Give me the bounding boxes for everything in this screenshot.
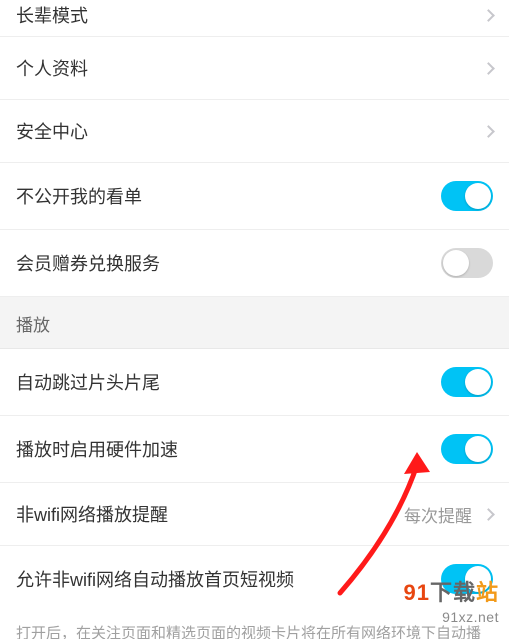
- hide-watchlist-label: 不公开我的看单: [16, 183, 441, 209]
- coupon-exchange-toggle[interactable]: [441, 248, 493, 278]
- row-profile[interactable]: 个人资料: [0, 37, 509, 100]
- security-label: 安全中心: [16, 118, 478, 144]
- row-elder-mode[interactable]: 长辈模式: [0, 0, 509, 37]
- row-security-center[interactable]: 安全中心: [0, 100, 509, 163]
- row-skip-intro-outro: 自动跳过片头片尾: [0, 349, 509, 416]
- hw-accel-toggle[interactable]: [441, 434, 493, 464]
- nonwifi-reminder-value-text: 每次提醒: [404, 502, 472, 527]
- auto-short-video-label: 允许非wifi网络自动播放首页短视频: [16, 566, 441, 592]
- settings-list: 长辈模式 个人资料 安全中心 不公开我的看单 会员赠券兑换服务 播放 自动跳过片…: [0, 0, 509, 639]
- nonwifi-reminder-label: 非wifi网络播放提醒: [16, 501, 404, 527]
- hide-watchlist-toggle[interactable]: [441, 181, 493, 211]
- row-hw-accel: 播放时启用硬件加速: [0, 416, 509, 483]
- chevron-right-icon: [482, 508, 495, 521]
- auto-short-video-toggle[interactable]: [441, 564, 493, 594]
- row-hide-watchlist: 不公开我的看单: [0, 163, 509, 230]
- row-auto-short-video: 允许非wifi网络自动播放首页短视频: [0, 546, 509, 612]
- chevron-right-icon: [482, 62, 495, 75]
- profile-label: 个人资料: [16, 55, 478, 81]
- section-playback-header: 播放: [0, 297, 509, 349]
- auto-short-video-desc: 打开后，在关注页面和精选页面的视频卡片将在所有网络环境下自动播放。关闭后，移动网…: [0, 612, 509, 639]
- nonwifi-reminder-value: 每次提醒: [404, 502, 493, 527]
- row-nonwifi-reminder[interactable]: 非wifi网络播放提醒 每次提醒: [0, 483, 509, 546]
- elder-mode-label: 长辈模式: [16, 2, 478, 28]
- skip-intro-outro-label: 自动跳过片头片尾: [16, 369, 441, 395]
- row-coupon-exchange: 会员赠券兑换服务: [0, 230, 509, 297]
- skip-intro-outro-toggle[interactable]: [441, 367, 493, 397]
- chevron-right-icon: [482, 9, 495, 22]
- hw-accel-label: 播放时启用硬件加速: [16, 436, 441, 462]
- coupon-exchange-label: 会员赠券兑换服务: [16, 250, 441, 276]
- chevron-right-icon: [482, 125, 495, 138]
